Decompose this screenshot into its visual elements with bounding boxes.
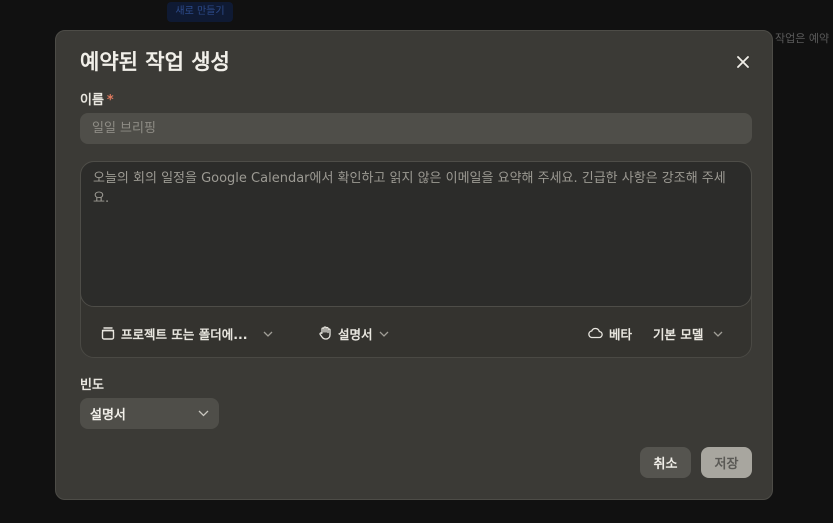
chevron-down-icon (713, 327, 723, 340)
chevron-down-icon (198, 406, 209, 421)
beta-toggle[interactable]: 베타 (587, 324, 632, 343)
name-input[interactable] (80, 113, 752, 144)
frequency-select[interactable]: 설명서 (80, 398, 219, 429)
model-label: 기본 모델 (653, 326, 704, 342)
folder-icon (101, 326, 115, 340)
prompt-toolbar: 프로젝트 또는 폴더에... 설명서 베타 기본 모델 (81, 320, 751, 346)
chevron-down-icon (379, 327, 389, 340)
project-folder-label: 프로젝트 또는 폴더에... (121, 326, 248, 342)
dialog-title: 예약된 작업 생성 (80, 50, 230, 74)
project-folder-dropdown[interactable]: 프로젝트 또는 폴더에... (101, 324, 273, 343)
close-icon (737, 56, 749, 68)
hand-icon (319, 326, 331, 340)
frequency-selected-value: 설명서 (90, 408, 126, 423)
required-mark: * (106, 93, 114, 108)
instructions-dropdown[interactable]: 설명서 (319, 324, 389, 343)
background-new-button: 새로 만들기 (167, 2, 233, 22)
beta-label: 베타 (609, 326, 633, 342)
frequency-label: 빈도 (80, 378, 104, 393)
close-button[interactable] (732, 51, 754, 73)
cancel-button[interactable]: 취소 (640, 447, 691, 478)
cloud-icon (588, 327, 603, 339)
prompt-textarea[interactable]: 오늘의 회의 일정을 Google Calendar에서 확인하고 읽지 않은 … (80, 161, 752, 307)
model-dropdown[interactable]: 기본 모델 (653, 324, 723, 343)
prompt-placeholder: 오늘의 회의 일정을 Google Calendar에서 확인하고 읽지 않은 … (93, 171, 726, 206)
chevron-down-icon (263, 327, 273, 340)
instructions-label: 설명서 (338, 326, 373, 342)
name-label: 이름 * (80, 89, 114, 108)
save-button[interactable]: 저장 (701, 447, 752, 478)
name-label-text: 이름 (80, 93, 104, 108)
prompt-container: 오늘의 회의 일정을 Google Calendar에서 확인하고 읽지 않은 … (80, 161, 752, 358)
background-text: 작업은 예약 (775, 32, 830, 45)
create-scheduled-task-dialog: 예약된 작업 생성 이름* 오늘의 회의 일정을 Google Calendar… (55, 30, 773, 500)
